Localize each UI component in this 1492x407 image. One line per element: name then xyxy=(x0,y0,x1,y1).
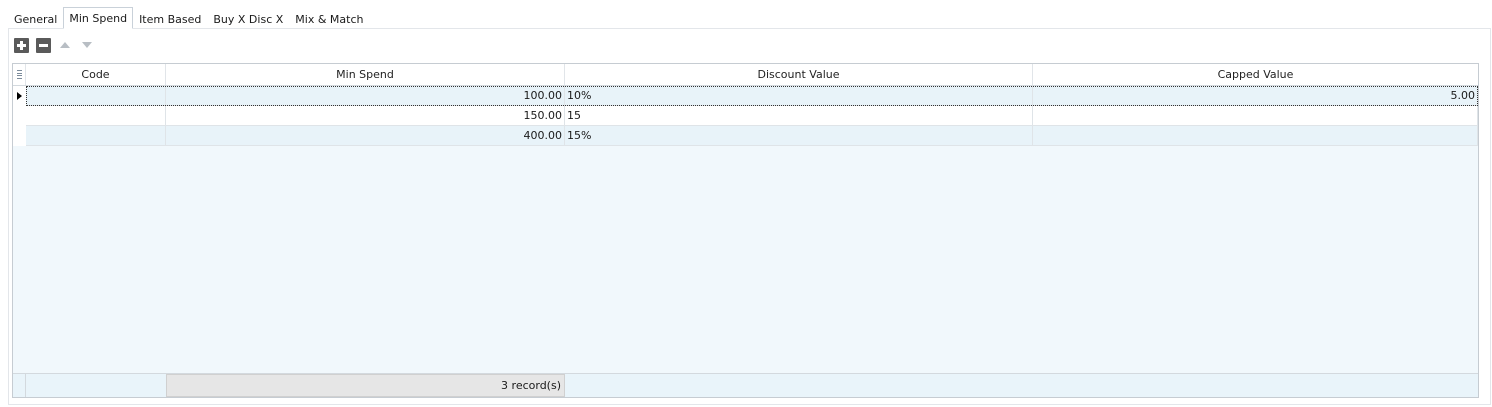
move-down-button[interactable] xyxy=(79,37,95,53)
footer-record-count: 3 record(s) xyxy=(166,374,565,397)
tab-strip: General Min Spend Item Based Buy X Disc … xyxy=(8,7,369,29)
cell-code[interactable] xyxy=(26,106,166,126)
add-row-button[interactable] xyxy=(13,37,29,53)
tab-min-spend[interactable]: Min Spend xyxy=(63,7,134,29)
column-header-discount-value[interactable]: Discount Value xyxy=(565,64,1033,85)
column-chooser-icon xyxy=(16,70,22,79)
move-up-button[interactable] xyxy=(57,37,73,53)
cell-min-spend[interactable]: 150.00 xyxy=(166,106,565,126)
tab-general[interactable]: General xyxy=(8,9,63,29)
table-row[interactable]: 150.00 15 xyxy=(13,106,1478,126)
cell-code[interactable] xyxy=(26,126,166,146)
tab-buy-x-disc-x[interactable]: Buy X Disc X xyxy=(207,9,289,29)
current-row-arrow-icon xyxy=(17,92,22,100)
cell-discount-value[interactable]: 15% xyxy=(565,126,1033,146)
cell-discount-value[interactable]: 15 xyxy=(565,106,1033,126)
cell-capped-value[interactable] xyxy=(1033,126,1478,146)
table-row[interactable]: 100.00 10% 5.00 xyxy=(13,86,1478,106)
cell-capped-value[interactable]: 5.00 xyxy=(1033,86,1478,106)
footer-cell-rest xyxy=(565,374,1478,397)
grid-footer: 3 record(s) xyxy=(13,373,1478,397)
plus-square-icon xyxy=(13,37,29,53)
triangle-up-icon xyxy=(60,42,70,48)
min-spend-grid[interactable]: Code Min Spend Discount Value Capped Val… xyxy=(12,63,1479,398)
cell-min-spend[interactable]: 400.00 xyxy=(166,126,565,146)
table-row[interactable]: 400.00 15% xyxy=(13,126,1478,146)
cell-capped-value[interactable] xyxy=(1033,106,1478,126)
footer-indicator xyxy=(13,374,26,397)
grid-toolbar xyxy=(13,37,95,53)
cell-discount-value[interactable]: 10% xyxy=(565,86,1033,106)
row-indicator[interactable] xyxy=(13,86,26,106)
cell-code[interactable] xyxy=(26,86,166,106)
cell-min-spend[interactable]: 100.00 xyxy=(166,86,565,106)
column-header-code[interactable]: Code xyxy=(26,64,166,85)
column-header-min-spend[interactable]: Min Spend xyxy=(166,64,565,85)
grid-header: Code Min Spend Discount Value Capped Val… xyxy=(13,64,1478,86)
minus-square-icon xyxy=(35,37,51,53)
row-indicator[interactable] xyxy=(13,126,26,146)
triangle-down-icon xyxy=(82,42,92,48)
footer-cell-code xyxy=(26,374,166,397)
tab-mix-and-match[interactable]: Mix & Match xyxy=(289,9,369,29)
remove-row-button[interactable] xyxy=(35,37,51,53)
tab-item-based[interactable]: Item Based xyxy=(133,9,207,29)
column-chooser-button[interactable] xyxy=(13,64,26,85)
row-indicator[interactable] xyxy=(13,106,26,126)
column-header-capped-value[interactable]: Capped Value xyxy=(1033,64,1478,85)
